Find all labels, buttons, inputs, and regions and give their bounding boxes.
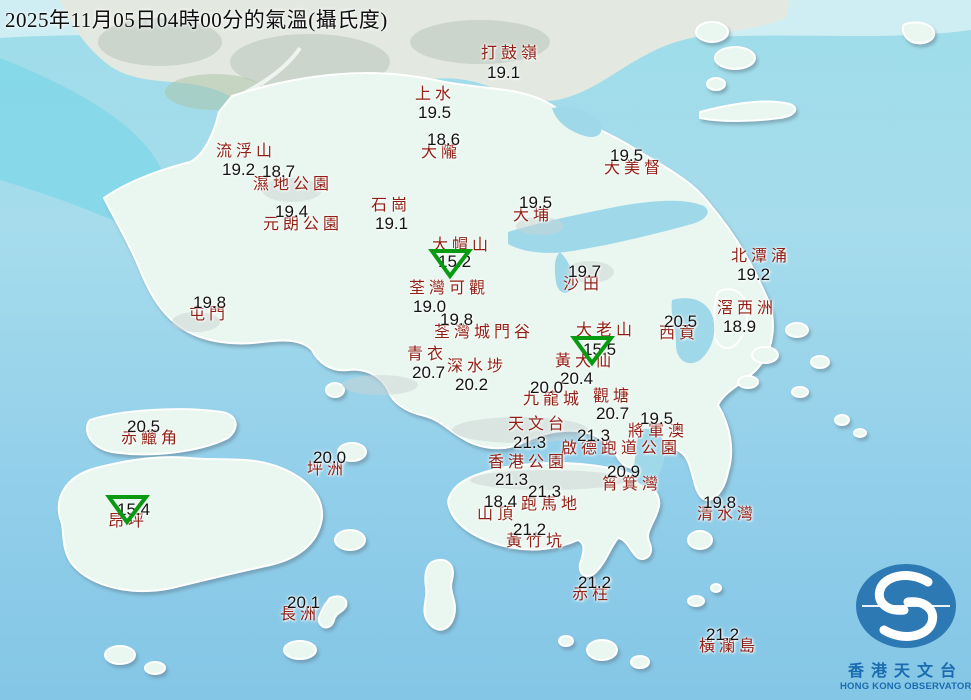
station-name: 滘西洲 [717,300,778,317]
station-value: 21.3 [513,433,547,452]
station-value: 21.2 [513,520,547,539]
station-value: 19.5 [519,193,553,212]
station-value: 19.5 [418,103,452,122]
logo-emblem-icon [855,564,956,648]
station-name: 香港公園 [488,454,569,471]
station-name: 上水 [415,86,456,103]
station-value: 18.4 [484,492,518,511]
station-value: 21.2 [578,573,612,592]
station-value: 21.3 [495,470,529,489]
station-value: 21.3 [528,482,562,501]
station-value: 18.7 [262,162,296,181]
station-value: 21.2 [706,625,740,644]
station-value: 20.9 [607,462,641,481]
station-name: 青衣 [407,346,448,363]
station-value: 19.2 [737,265,771,284]
station-value: 20.4 [560,369,594,388]
station-value: 19.1 [487,63,521,82]
station-value: 20.0 [530,378,564,397]
station-name: 石崗 [371,197,412,214]
hko-logo: 香港天文台 HONG KONG OBSERVATORY [840,556,971,698]
logo-english-text: HONG KONG OBSERVATORY [840,681,971,692]
station-value: 20.7 [412,363,446,382]
station-value: 20.7 [596,404,630,423]
min-temp-triangle-icon [428,249,474,280]
station-value: 19.4 [275,202,309,221]
station-value: 20.5 [127,417,161,436]
station-value: 19.5 [640,409,674,428]
station-name: 北潭涌 [731,248,792,265]
station-value: 19.2 [222,160,256,179]
station-value: 20.5 [664,312,698,331]
station-name: 深水埗 [447,358,508,375]
station-value: 18.6 [427,130,461,149]
station-value: 19.8 [703,493,737,512]
station-value: 20.0 [313,448,347,467]
station-value: 18.9 [723,317,757,336]
stations-layer: 打鼓嶺 19.1 上水 19.5 大隴 18.6 流浮山 19.2 濕地公園 18.7 元朗公園 19… [0,0,971,700]
logo-chinese-text: 香港天文台 [847,663,963,680]
map-title: 2025年11月05日04時00分的氣溫(攝氏度) [5,8,388,32]
station-value: 19.8 [193,293,227,312]
station-value: 19.1 [375,214,409,233]
station-value: 21.3 [577,426,611,445]
station-name: 天文台 [508,416,569,433]
station-value: 19.8 [440,310,474,329]
station-value: 19.7 [568,262,602,281]
station-value: 20.2 [455,375,489,394]
station-name: 打鼓嶺 [481,45,542,62]
min-temp-triangle-icon [570,336,616,367]
min-temp-triangle-icon [105,495,151,526]
temperature-map: 2025年11月05日04時00分的氣溫(攝氏度) 打鼓嶺 19.1 上水 19.5 大… [0,0,971,700]
station-value: 19.5 [610,146,644,165]
station-value: 20.1 [287,593,321,612]
station-name: 流浮山 [216,143,277,160]
station-name: 觀塘 [593,388,634,405]
station-name: 荃灣可觀 [409,280,490,297]
